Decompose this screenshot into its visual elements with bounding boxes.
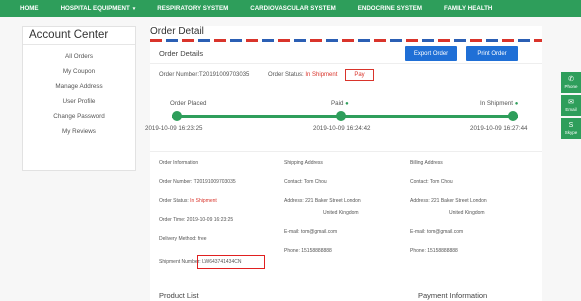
email-icon: ✉ xyxy=(568,99,574,106)
billing-email: E-mail: tom@gmail.com xyxy=(410,229,464,235)
email-tab[interactable]: ✉ Email xyxy=(561,95,581,116)
sidebar-title: Account Center xyxy=(23,27,135,45)
top-nav: HOME HOSPITAL EQUIPMENT ▾ RESPIRATORY SYS… xyxy=(0,0,581,17)
nav-item-hospital-equipment[interactable]: HOSPITAL EQUIPMENT ▾ xyxy=(50,5,147,12)
order-info-number: Order Number: T20191009703035 xyxy=(159,179,236,185)
order-detail-panel: Order Detail Order Details Export Order … xyxy=(145,26,542,301)
email-tab-label: Email xyxy=(565,107,577,112)
nav-item-label: HOSPITAL EQUIPMENT xyxy=(60,5,130,12)
progress-dot-paid xyxy=(336,111,346,121)
shipping-address-line2: United Kingdom xyxy=(323,210,359,216)
decorative-stripe xyxy=(150,39,542,42)
skype-icon: S xyxy=(568,122,574,129)
nav-item-family-health[interactable]: FAMILY HEALTH xyxy=(433,5,503,12)
shipping-phone: Phone: 15158888888 xyxy=(284,248,332,254)
step-in-shipment: In Shipment ● xyxy=(480,100,518,107)
account-sidebar: Account Center All Orders My Coupon Mana… xyxy=(22,26,136,171)
shipment-number-highlight xyxy=(197,255,265,269)
sidebar-item-my-coupon[interactable]: My Coupon xyxy=(23,68,135,75)
step-paid-label: Paid xyxy=(331,100,344,107)
shipping-contact: Contact: Tom Chou xyxy=(284,179,327,185)
order-info-status-label: Order Status: xyxy=(159,198,189,204)
step-in-shipment-label: In Shipment xyxy=(480,100,514,107)
chat-bubble-icon: ● xyxy=(345,101,349,107)
step-order-placed-label: Order Placed xyxy=(170,100,207,107)
shipping-address-heading: Shipping Address xyxy=(284,160,323,166)
step-order-placed-time: 2019-10-09 16:23:25 xyxy=(145,125,203,132)
shipping-email: E-mail: tom@gmail.com xyxy=(284,229,338,235)
payment-info-heading: Payment Information xyxy=(418,291,488,300)
product-list-heading: Product List xyxy=(159,291,199,300)
sidebar-item-change-password[interactable]: Change Password xyxy=(23,113,135,120)
nav-item-cardiovascular-system[interactable]: CARDIOVASCULAR SYSTEM xyxy=(239,5,346,12)
order-details-header: Order Details Export Order Print Order xyxy=(150,44,542,64)
shipping-address-line1: Address: 221 Baker Street London xyxy=(284,198,361,204)
chat-bubble-icon: ● xyxy=(514,101,519,107)
sidebar-item-my-reviews[interactable]: My Reviews xyxy=(23,128,135,135)
sidebar-item-all-orders[interactable]: All Orders xyxy=(23,53,135,60)
sidebar-item-user-profile[interactable]: User Profile xyxy=(23,98,135,105)
order-info-delivery: Delivery Method: free xyxy=(159,236,207,242)
phone-icon: ✆ xyxy=(568,76,574,83)
order-info-area: Order Information Order Number: T2019100… xyxy=(150,151,542,271)
order-status-value: In Shipment xyxy=(305,72,338,78)
billing-address-heading: Billing Address xyxy=(410,160,443,166)
step-paid-time: 2019-10-09 16:24:42 xyxy=(313,125,371,132)
sidebar-item-manage-address[interactable]: Manage Address xyxy=(23,83,135,90)
progress-dot-order-placed xyxy=(172,111,182,121)
progress-dot-in-shipment xyxy=(508,111,518,121)
export-order-button[interactable]: Export Order xyxy=(405,46,457,61)
phone-tab-label: Phone xyxy=(564,84,578,89)
step-paid: Paid ● xyxy=(331,100,349,107)
contact-side-tabs: ✆ Phone ✉ Email S Skype xyxy=(561,72,581,141)
print-order-button[interactable]: Print Order xyxy=(466,46,518,61)
billing-contact: Contact: Tom Chou xyxy=(410,179,453,185)
section-title: Order Details xyxy=(159,49,204,58)
skype-tab-label: Skype xyxy=(564,130,578,135)
order-number: Order Number:T20191009703035 xyxy=(159,72,250,78)
order-info-time: Order Time: 2019-10-09 16:23:25 xyxy=(159,217,234,223)
skype-tab[interactable]: S Skype xyxy=(561,118,581,139)
nav-item-respiratory-system[interactable]: RESPIRATORY SYSTEM xyxy=(146,5,239,12)
order-status: Order Status: In Shipment xyxy=(268,72,337,78)
order-info-status: Order Status: In Shipment xyxy=(159,198,217,204)
billing-address-line2: United Kingdom xyxy=(449,210,485,216)
phone-tab[interactable]: ✆ Phone xyxy=(561,72,581,93)
billing-phone: Phone: 15158888888 xyxy=(410,248,458,254)
page-title: Order Detail xyxy=(150,26,204,37)
pay-button[interactable]: Pay xyxy=(345,69,374,81)
order-status-label: Order Status: xyxy=(268,72,304,78)
step-in-shipment-time: 2019-10-09 16:27:44 xyxy=(470,125,528,132)
order-info-status-value: In Shipment xyxy=(190,198,217,204)
billing-address-line1: Address: 221 Baker Street London xyxy=(410,198,487,204)
nav-item-endocrine-system[interactable]: ENDOCRINE SYSTEM xyxy=(347,5,433,12)
order-info-heading: Order Information xyxy=(159,160,199,166)
nav-item-home[interactable]: HOME xyxy=(0,5,50,12)
chevron-down-icon: ▾ xyxy=(132,6,136,12)
